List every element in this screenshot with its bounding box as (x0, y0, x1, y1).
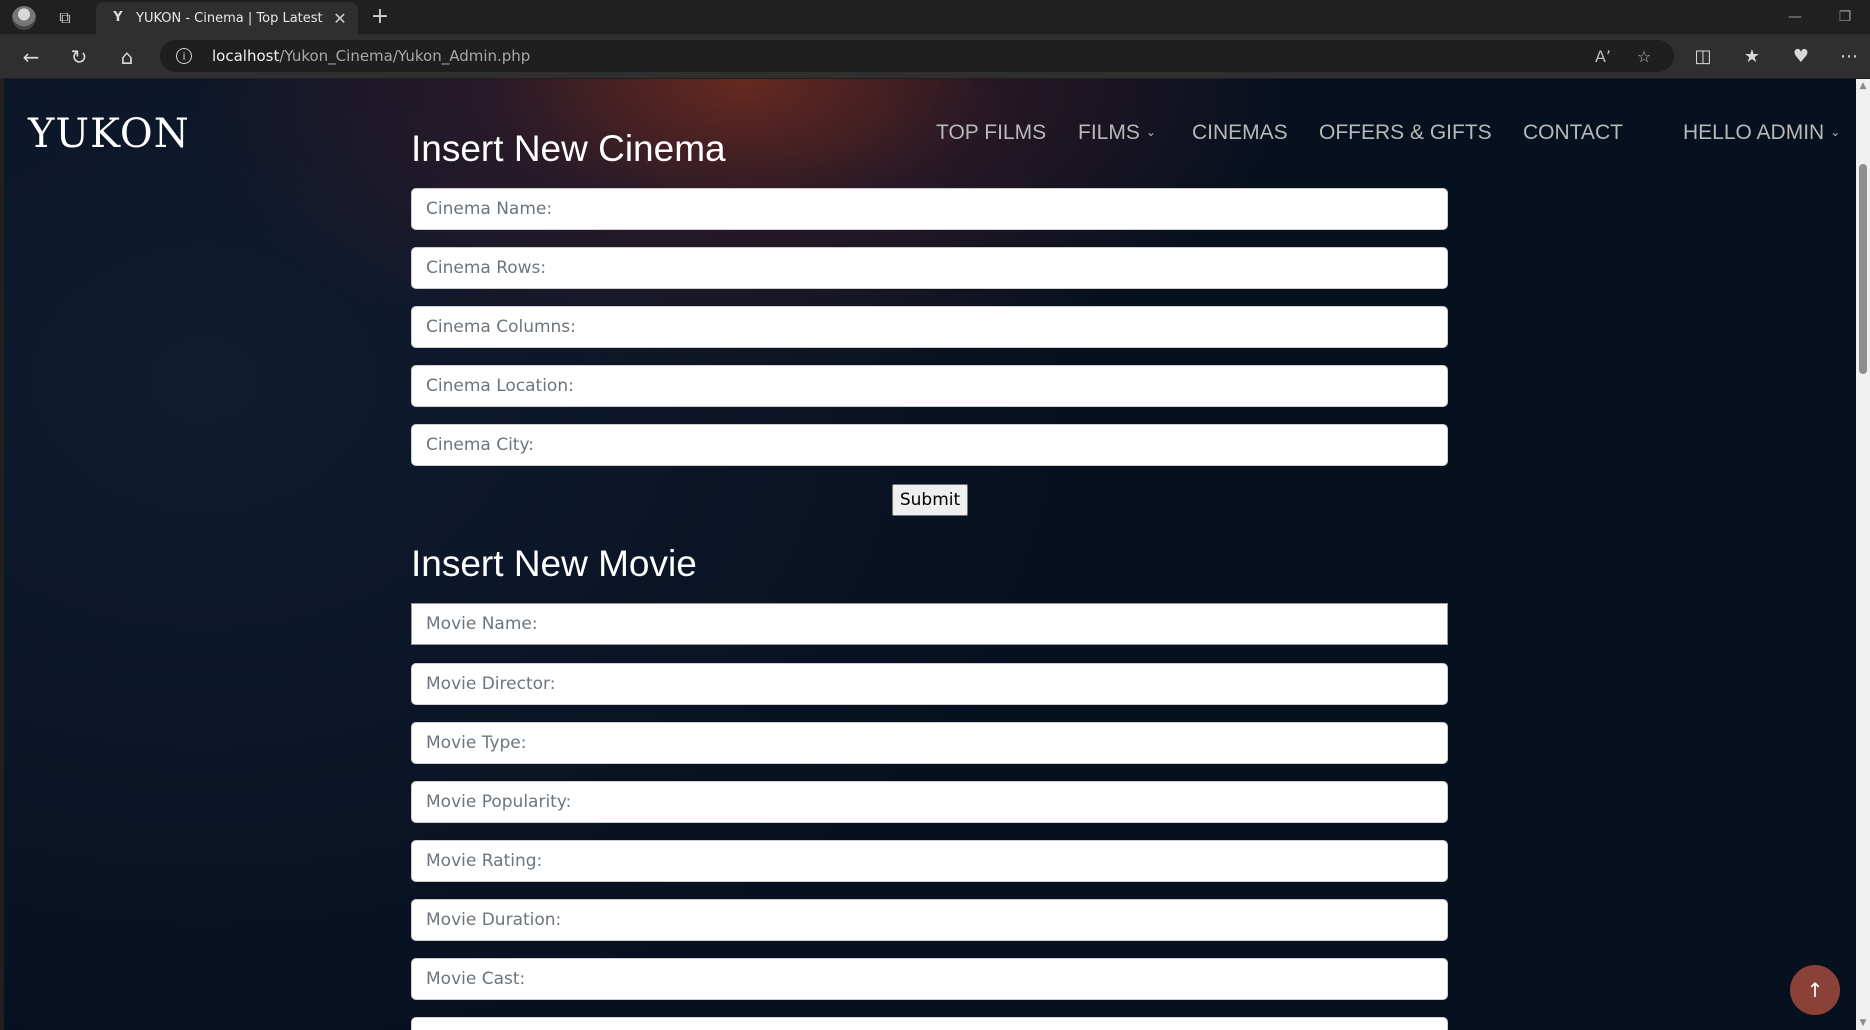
browser-tab[interactable]: Y YUKON - Cinema | Top Latest Mo ✕ (96, 2, 358, 34)
new-tab-icon[interactable]: + (368, 5, 392, 29)
movie-name-input[interactable] (411, 603, 1448, 645)
movie-cast-input[interactable] (411, 958, 1448, 1000)
page-scrollbar[interactable]: ▲ ▼ (1856, 79, 1870, 1030)
nav-offers-gifts[interactable]: OFFERS & GIFTS (1319, 119, 1492, 147)
browser-essentials-icon[interactable]: ♥ (1788, 45, 1814, 69)
movie-duration-input[interactable] (411, 899, 1448, 941)
refresh-icon[interactable]: ↻ (66, 44, 92, 70)
submit-button[interactable]: Submit (892, 484, 968, 516)
page-viewport: YUKON TOP FILMS FILMS ⌄ CINEMAS OFFERS & … (4, 79, 1856, 1030)
split-screen-icon[interactable]: ◫ (1690, 45, 1716, 69)
nav-user-menu[interactable]: HELLO ADMIN ⌄ (1683, 119, 1840, 147)
back-icon[interactable]: ← (18, 44, 44, 70)
nav-contact[interactable]: CONTACT (1523, 119, 1623, 147)
movie-popularity-input[interactable] (411, 781, 1448, 823)
read-aloud-icon[interactable]: A’ (1592, 46, 1614, 68)
cinema-rows-input[interactable] (411, 247, 1448, 289)
minimize-icon[interactable]: — (1780, 6, 1810, 28)
url-text[interactable]: localhost/Yukon_Cinema/Yukon_Admin.php (212, 47, 530, 65)
scroll-down-icon[interactable]: ▼ (1856, 1016, 1870, 1030)
scrollbar-thumb[interactable] (1859, 164, 1867, 374)
movie-extra-input[interactable] (411, 1017, 1448, 1030)
workspaces-icon[interactable]: ⧉ (54, 7, 76, 29)
chevron-down-icon: ⌄ (1830, 125, 1841, 139)
cinema-city-input[interactable] (411, 424, 1448, 466)
address-bar[interactable]: i localhost/Yukon_Cinema/Yukon_Admin.php… (160, 40, 1674, 72)
browser-toolbar: ← ↻ ⌂ i localhost/Yukon_Cinema/Yukon_Adm… (0, 34, 1870, 78)
arrow-up-icon: ↑ (1806, 978, 1824, 1002)
chevron-down-icon: ⌄ (1145, 125, 1156, 139)
scroll-up-icon[interactable]: ▲ (1856, 79, 1870, 93)
cinema-columns-input[interactable] (411, 306, 1448, 348)
home-icon[interactable]: ⌂ (114, 44, 140, 70)
restore-icon[interactable]: ❐ (1830, 6, 1860, 28)
movie-form-title: Insert New Movie (411, 543, 697, 584)
cinema-form-title: Insert New Cinema (411, 128, 726, 169)
cinema-name-input[interactable] (411, 188, 1448, 230)
site-favicon: Y (113, 10, 123, 25)
user-greeting: HELLO ADMIN (1683, 121, 1825, 144)
movie-director-input[interactable] (411, 663, 1448, 705)
site-logo[interactable]: YUKON (28, 109, 208, 159)
close-tab-icon[interactable]: ✕ (330, 9, 350, 29)
cinema-location-input[interactable] (411, 365, 1448, 407)
movie-rating-input[interactable] (411, 840, 1448, 882)
site-info-icon[interactable]: i (176, 48, 192, 64)
scroll-to-top-button[interactable]: ↑ (1790, 965, 1840, 1015)
browser-tab-bar: ⧉ Y YUKON - Cinema | Top Latest Mo ✕ + —… (0, 0, 1870, 34)
nav-cinemas[interactable]: CINEMAS (1192, 119, 1288, 147)
tab-title: YUKON - Cinema | Top Latest Mo (136, 11, 324, 26)
profile-icon[interactable] (12, 6, 36, 30)
more-menu-icon[interactable]: ⋯ (1836, 45, 1862, 69)
favorites-icon[interactable]: ★ (1739, 45, 1765, 69)
favorite-star-icon[interactable]: ☆ (1633, 46, 1655, 68)
movie-type-input[interactable] (411, 722, 1448, 764)
